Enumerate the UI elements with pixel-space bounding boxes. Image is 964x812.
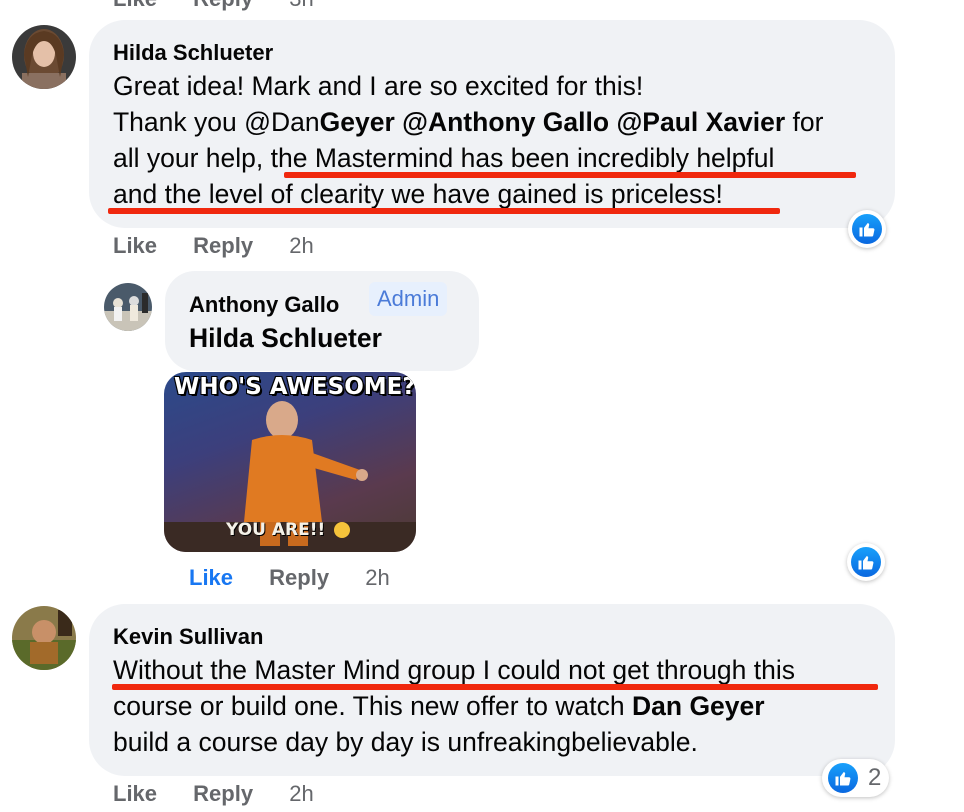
- comment-time: 2h: [365, 565, 390, 590]
- reply-button[interactable]: Reply: [269, 565, 329, 590]
- avatar-hilda[interactable]: [12, 25, 76, 89]
- mention-link[interactable]: Geyer: [320, 107, 395, 137]
- comment-text: Great idea! Mark and I are so excited fo…: [113, 68, 823, 212]
- text-segment: course or build one. This new offer to w…: [113, 691, 633, 721]
- gif-caption-top: WHO'S AWESOME?: [174, 374, 416, 400]
- emoji-icon: [334, 522, 350, 538]
- highlight-underline: [284, 172, 856, 178]
- mention-link[interactable]: @Anthony Gallo: [402, 107, 609, 137]
- comment-time: 2h: [289, 233, 314, 258]
- comment-author[interactable]: Hilda Schlueter: [113, 40, 273, 66]
- text-segment: all your help,: [113, 143, 271, 173]
- text-segment: the Mastermind has been incredibly helpf…: [270, 143, 775, 173]
- mention-link[interactable]: Dan Geyer: [632, 691, 765, 721]
- highlight-underline: [108, 208, 780, 214]
- avatar-kevin[interactable]: [12, 606, 76, 670]
- text-segment: for: [792, 107, 824, 137]
- like-button[interactable]: Like: [189, 565, 233, 590]
- comment-line: course or build one. This new offer to w…: [113, 688, 795, 724]
- comment-line: and the level of clearity we have gained…: [113, 179, 723, 209]
- reaction-badge[interactable]: [847, 543, 885, 581]
- mention-link[interactable]: @Paul Xavier: [616, 107, 785, 137]
- comment-line: Great idea! Mark and I are so excited fo…: [113, 71, 644, 101]
- mention-link[interactable]: Hilda Schlueter: [189, 323, 382, 354]
- comment-author[interactable]: Kevin Sullivan: [113, 624, 263, 650]
- comment-time: 2h: [289, 781, 314, 806]
- avatar-anthony[interactable]: [104, 283, 152, 331]
- comment-actions: Like Reply 2h: [189, 565, 390, 591]
- comment-text: Without the Master Mind group I could no…: [113, 652, 795, 760]
- reaction-badge[interactable]: [848, 210, 886, 248]
- previous-comment-actions: Like Reply 3h: [113, 0, 344, 12]
- thumbs-up-icon: [835, 772, 851, 786]
- gif-caption-bottom: YOU ARE!!: [226, 520, 326, 540]
- comment-time: 3h: [289, 0, 313, 11]
- comment-actions: Like Reply 2h: [113, 233, 314, 259]
- comment-line: Without the Master Mind group I could no…: [113, 655, 796, 685]
- comment-line: Thank you @DanGeyer @Anthony Gallo @Paul…: [113, 104, 823, 140]
- reply-button[interactable]: Reply: [193, 233, 253, 258]
- like-button[interactable]: Like: [113, 233, 157, 258]
- highlight-underline: [112, 684, 878, 690]
- comment-author[interactable]: Anthony Gallo: [189, 292, 339, 318]
- thumbs-up-icon: [859, 223, 875, 237]
- reaction-badge[interactable]: 2: [822, 759, 890, 797]
- comment-line: build a course day by day is unfreakingb…: [113, 727, 698, 757]
- comment-actions: Like Reply 2h: [113, 781, 314, 807]
- admin-badge: Admin: [369, 282, 448, 316]
- gif-attachment[interactable]: WHO'S AWESOME? YOU ARE!!: [164, 372, 416, 552]
- reply-button[interactable]: Reply: [193, 781, 253, 806]
- reaction-count: 2: [868, 764, 882, 791]
- comment-line: all your help, the Mastermind has been i…: [113, 140, 823, 176]
- reply-button[interactable]: Reply: [193, 0, 253, 11]
- like-button[interactable]: Like: [113, 0, 157, 11]
- text-segment: Thank you @Dan: [113, 107, 320, 137]
- like-button[interactable]: Like: [113, 781, 157, 806]
- thumbs-up-icon: [858, 556, 874, 570]
